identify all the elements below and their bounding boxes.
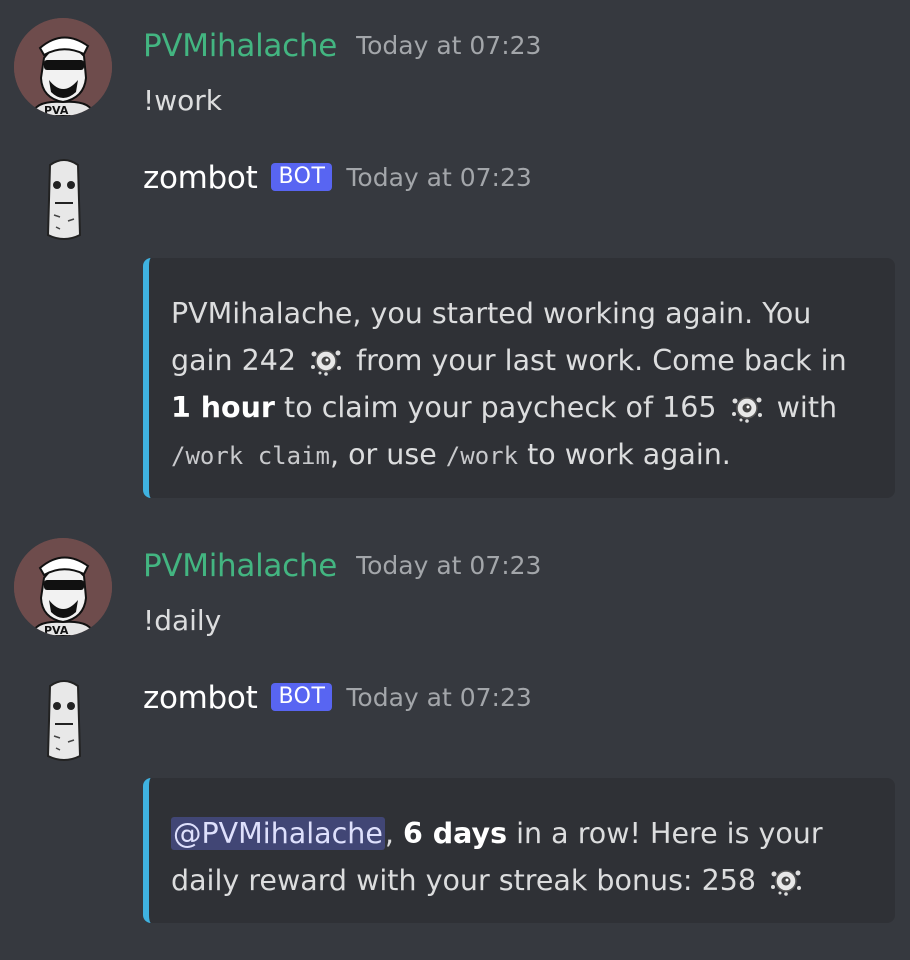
embed-text-part: to claim your paycheck of 165 bbox=[284, 391, 717, 424]
bot-tag: BOT bbox=[271, 683, 333, 711]
embed-text-part: , or use bbox=[329, 438, 437, 471]
embed-mention: PVMihalache bbox=[171, 297, 353, 330]
embed-text: PVMihalache, you started working again. … bbox=[149, 258, 895, 480]
author-name[interactable]: PVMihalache bbox=[143, 548, 337, 584]
embed-text-part: with bbox=[776, 391, 838, 424]
embed-text-part: to work again. bbox=[527, 438, 731, 471]
author-name[interactable]: zombot bbox=[143, 160, 258, 196]
embed-text-part: , bbox=[384, 817, 394, 850]
user-avatar-icon[interactable] bbox=[14, 538, 112, 636]
message-header: PVMihalache Today at 07:23 bbox=[143, 28, 541, 64]
embed-work: PVMihalache, you started working again. … bbox=[143, 258, 895, 498]
embed-bold-text: 1 hour bbox=[171, 391, 275, 424]
bot-tag: BOT bbox=[271, 163, 333, 191]
inline-code: /work claim bbox=[171, 442, 330, 470]
author-name[interactable]: zombot bbox=[143, 680, 258, 716]
message-header: zombot BOT Today at 07:23 bbox=[143, 160, 532, 196]
zombie-coin-icon bbox=[309, 346, 343, 376]
message-text: !daily bbox=[143, 604, 222, 637]
user-avatar-icon[interactable] bbox=[14, 18, 112, 116]
embed-bold-text: 6 days bbox=[403, 817, 508, 850]
inline-code: /work bbox=[445, 442, 519, 470]
user-mention[interactable]: @PVMihalache bbox=[171, 817, 385, 850]
timestamp[interactable]: Today at 07:23 bbox=[346, 683, 531, 712]
bot-avatar-icon[interactable] bbox=[40, 155, 88, 245]
timestamp[interactable]: Today at 07:23 bbox=[356, 551, 541, 580]
bot-avatar-icon[interactable] bbox=[40, 676, 88, 766]
timestamp[interactable]: Today at 07:23 bbox=[356, 31, 541, 60]
zombie-coin-icon bbox=[730, 393, 764, 423]
embed-text: @PVMihalache, 6 days in a row! Here is y… bbox=[149, 778, 895, 904]
timestamp[interactable]: Today at 07:23 bbox=[346, 163, 531, 192]
author-name[interactable]: PVMihalache bbox=[143, 28, 337, 64]
embed-text-part: from your last work. Come back in bbox=[356, 344, 847, 377]
message-text: !work bbox=[143, 84, 222, 117]
message-header: PVMihalache Today at 07:23 bbox=[143, 548, 541, 584]
embed-daily: @PVMihalache, 6 days in a row! Here is y… bbox=[143, 778, 895, 923]
message-header: zombot BOT Today at 07:23 bbox=[143, 680, 532, 716]
zombie-coin-icon bbox=[769, 866, 803, 896]
